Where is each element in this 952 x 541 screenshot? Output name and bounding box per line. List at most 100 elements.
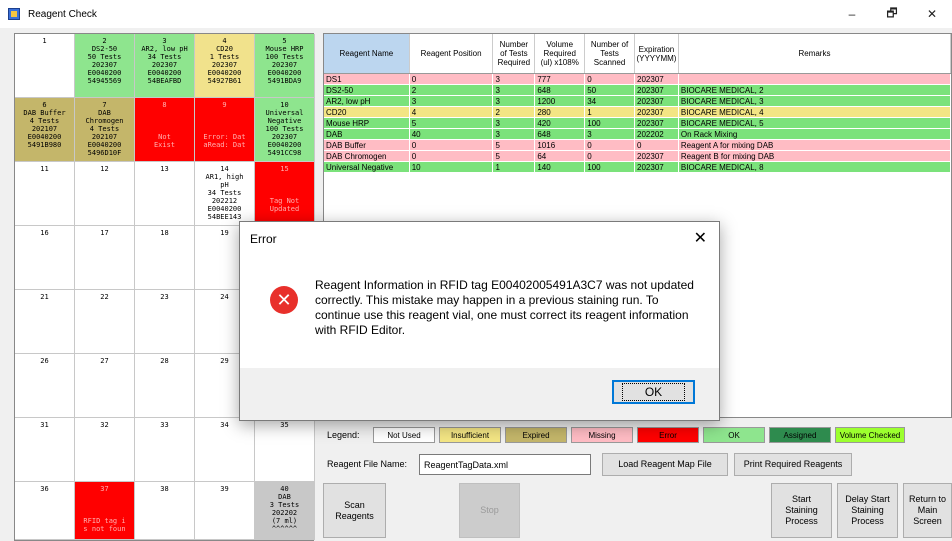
rack-slot[interactable]: 26 — [15, 354, 75, 418]
table-cell: DS1 — [324, 74, 410, 84]
scan-reagents-button[interactable]: Scan Reagents — [323, 483, 386, 538]
table-cell: 2 — [410, 85, 494, 95]
table-cell: 1 — [585, 107, 636, 117]
ok-button[interactable]: OK — [612, 380, 695, 404]
rack-slot[interactable]: 16 — [15, 226, 75, 290]
rack-slot[interactable]: 32 — [75, 418, 135, 482]
table-cell: 50 — [585, 85, 636, 95]
load-reagent-map-button[interactable]: Load Reagent Map File — [602, 453, 728, 476]
table-cell: 202307 — [635, 74, 679, 84]
rack-slot[interactable]: 31 — [15, 418, 75, 482]
rack-slot[interactable]: 10 Universal Negative 100 Tests 202307 E… — [255, 98, 315, 162]
table-row[interactable]: DS2-50 2 3 648 50 202307 BIOCARE MEDICAL, 2 — [324, 85, 951, 96]
table-cell: 0 — [585, 140, 636, 150]
rack-slot[interactable]: 18 — [135, 226, 195, 290]
minimize-button[interactable]: – — [832, 0, 872, 28]
print-required-reagents-button[interactable]: Print Required Reagents — [734, 453, 852, 476]
return-main-button[interactable]: Return to Main Screen — [903, 483, 952, 538]
rack-slot[interactable]: 38 — [135, 482, 195, 540]
table-cell: 648 — [535, 129, 586, 139]
table-cell: DS2-50 — [324, 85, 410, 95]
rack-slot[interactable]: 2 DS2-50 50 Tests 202307 E0040200 549455… — [75, 34, 135, 98]
rack-slot[interactable]: 28 — [135, 354, 195, 418]
table-cell: 1 — [493, 162, 536, 172]
table-cell: BIOCARE MEDICAL, 8 — [679, 162, 951, 172]
table-row[interactable]: DAB Chromogen 0 5 64 0 202307 Reagent B for mi… — [324, 151, 951, 162]
rack-slot[interactable]: 36 — [15, 482, 75, 540]
rack-slot[interactable]: 21 — [15, 290, 75, 354]
rack-slot[interactable]: 33 — [135, 418, 195, 482]
table-cell: 40 — [410, 129, 494, 139]
table-row[interactable]: DAB Buffer 0 5 1016 0 0 Reagent A for mixing D… — [324, 140, 951, 151]
table-cell: 5 — [493, 151, 536, 161]
rack-slot[interactable]: 9 Error: Dat aRead: Dat — [195, 98, 255, 162]
table-row[interactable]: Mouse HRP 5 3 420 100 202307 BIOCARE MEDICAL, … — [324, 118, 951, 129]
rack-slot[interactable]: 39 — [195, 482, 255, 540]
rack-slot[interactable]: 7 DAB Chromogen 4 Tests 202107 E0040200 … — [75, 98, 135, 162]
table-cell: 2 — [493, 107, 536, 117]
delay-start-button[interactable]: Delay Start Staining Process — [837, 483, 898, 538]
legend-label: Legend: — [327, 430, 360, 440]
table-cell: 202307 — [635, 85, 679, 95]
table-row[interactable]: DS1 0 3 777 0 202307 — [324, 74, 951, 85]
reagent-file-label: Reagent File Name: — [327, 459, 408, 469]
rack-slot[interactable]: 17 — [75, 226, 135, 290]
table-row[interactable]: DAB 40 3 648 3 202202 On Rack Mixing — [324, 129, 951, 140]
table-cell: 140 — [535, 162, 586, 172]
rack-slot[interactable]: 34 — [195, 418, 255, 482]
table-cell: 1016 — [535, 140, 586, 150]
rack-slot[interactable]: 3 AR2, low pH 34 Tests 202307 E0040200 5… — [135, 34, 195, 98]
table-cell: 0 — [635, 140, 679, 150]
reagent-file-input[interactable]: ReagentTagData.xml — [419, 453, 591, 475]
stop-button[interactable]: Stop — [459, 483, 520, 538]
table-cell: 0 — [585, 151, 636, 161]
column-header[interactable]: Volume Required (ul) x108% — [535, 34, 586, 73]
column-header[interactable]: Reagent Name — [324, 34, 410, 73]
rack-slot[interactable]: 6 DAB Buffer 4 Tests 202107 E0040200 549… — [15, 98, 75, 162]
dialog-close-icon[interactable]: ✕ — [694, 228, 707, 248]
error-icon: ✕ — [270, 286, 298, 314]
rack-slot[interactable]: 22 — [75, 290, 135, 354]
table-row[interactable]: AR2, low pH 3 3 1200 34 202307 BIOCARE MEDICAL… — [324, 96, 951, 107]
table-cell: BIOCARE MEDICAL, 2 — [679, 85, 951, 95]
table-cell: 34 — [585, 96, 636, 106]
table-cell: Mouse HRP — [324, 118, 410, 128]
rack-slot[interactable]: 11 — [15, 162, 75, 226]
table-cell — [679, 74, 951, 84]
column-header[interactable]: Remarks — [679, 34, 951, 73]
column-header[interactable]: Number of Tests Required — [493, 34, 536, 73]
table-row[interactable]: CD20 4 2 280 1 202307 BIOCARE MEDICAL, 4 — [324, 107, 951, 118]
ok-button-label: OK — [621, 383, 686, 401]
rack-slot[interactable]: 35 — [255, 418, 315, 482]
rack-slot[interactable]: 14 AR1, high pH 34 Tests 202212 E0040200… — [195, 162, 255, 226]
start-staining-button[interactable]: Start Staining Process — [771, 483, 832, 538]
column-header[interactable]: Reagent Position — [410, 34, 494, 73]
rack-slot[interactable]: 4 CD20 1 Tests 202307 E0040200 54927B61 — [195, 34, 255, 98]
rack-slot[interactable]: 27 — [75, 354, 135, 418]
rack-slot[interactable]: 1 — [15, 34, 75, 98]
rack-slot[interactable]: 13 — [135, 162, 195, 226]
column-header[interactable]: Expiration (YYYYMM) — [635, 34, 679, 73]
restore-button[interactable]: 🗗 — [872, 0, 912, 28]
title-bar: Reagent Check – 🗗 ✕ — [0, 0, 952, 28]
rack-slot[interactable]: 15 Tag Not Updated — [255, 162, 315, 226]
rack-slot[interactable]: 23 — [135, 290, 195, 354]
rack-slot[interactable]: 37 RFID tag i s not foun — [75, 482, 135, 540]
table-cell: 1200 — [535, 96, 586, 106]
table-cell: 0 — [410, 140, 494, 150]
table-row[interactable]: Universal Negative 10 1 140 100 202307 BIOCARE… — [324, 162, 951, 173]
close-window-button[interactable]: ✕ — [912, 0, 952, 28]
rack-slot[interactable]: 40 DAB 3 Tests 202202 (7 ml) ^^^^^^ — [255, 482, 315, 540]
column-header[interactable]: Number of Tests Scanned — [585, 34, 635, 73]
table-cell: 3 — [493, 96, 536, 106]
table-cell: AR2, low pH — [324, 96, 410, 106]
table-cell: 420 — [535, 118, 586, 128]
table-cell: 0 — [585, 74, 636, 84]
rack-slot[interactable]: 12 — [75, 162, 135, 226]
rack-slot[interactable]: 5 Mouse HRP 100 Tests 202307 E0040200 54… — [255, 34, 315, 98]
table-body: DS1 0 3 777 0 202307 DS2-50 2 3 648 50 202307 BIOCAR… — [324, 74, 951, 173]
rack-slot[interactable]: 8 Not Exist — [135, 98, 195, 162]
table-cell: 5 — [410, 118, 494, 128]
table-cell: 4 — [410, 107, 494, 117]
table-cell: DAB — [324, 129, 410, 139]
